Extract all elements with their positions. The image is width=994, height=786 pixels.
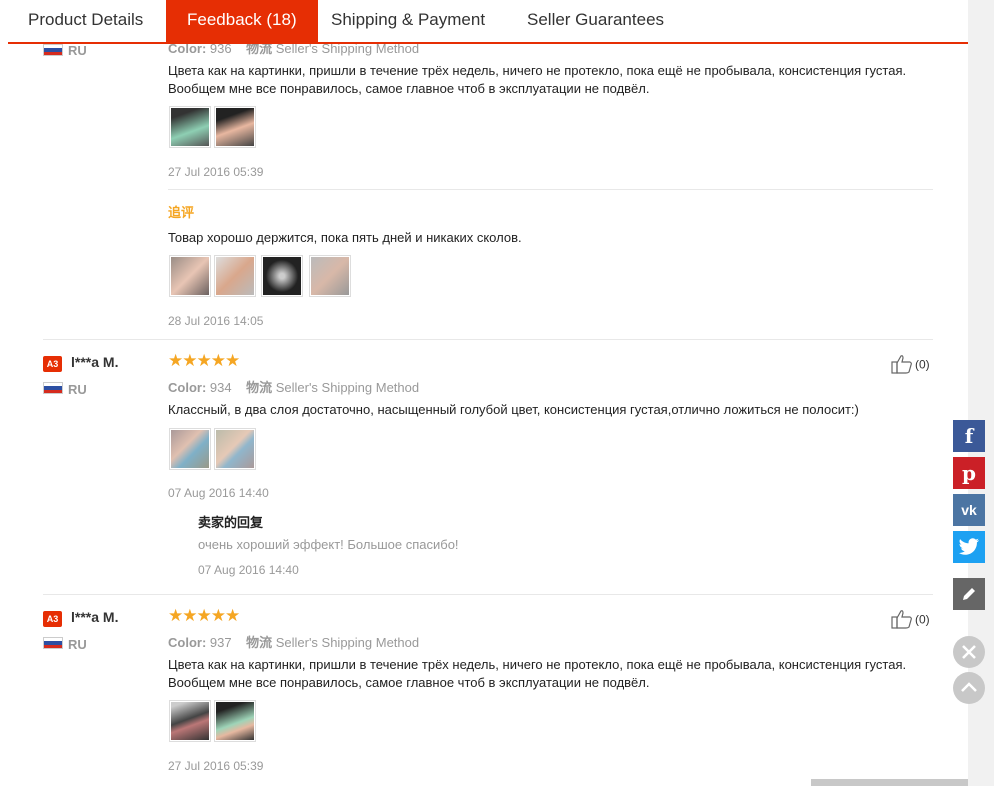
divider	[43, 594, 933, 595]
buyer-name: l***a M.	[71, 354, 119, 370]
vk-icon: vk	[961, 502, 977, 518]
edit-feedback-button[interactable]	[953, 578, 985, 610]
review-text: Классный, в два слоя достаточно, насыщен…	[168, 402, 859, 417]
logistics-label: 物流	[246, 635, 273, 650]
star-rating: ★★★★★	[168, 606, 240, 625]
vk-share-button[interactable]: vk	[953, 494, 985, 526]
helpful-button[interactable]: (0)	[891, 609, 930, 632]
color-value: 934	[209, 380, 232, 395]
seller-reply-text: очень хороший эффект! Большое спасибо!	[198, 537, 459, 552]
twitter-share-button[interactable]	[953, 531, 985, 563]
review-photo[interactable]	[214, 106, 256, 148]
tab-product-details[interactable]: Product Details	[8, 0, 163, 42]
helpful-count: (0)	[915, 612, 930, 627]
facebook-share-button[interactable]: f	[953, 420, 985, 452]
facebook-icon: f	[964, 424, 974, 448]
review-photo[interactable]	[214, 255, 256, 297]
close-icon	[953, 645, 985, 672]
star-rating: ★★★★★	[168, 351, 240, 370]
tab-feedback[interactable]: Feedback (18)	[166, 0, 318, 44]
review-text: Цвета как на картинки, пришли в течение …	[168, 657, 907, 690]
review-photo[interactable]	[169, 255, 211, 297]
russia-flag-icon	[43, 637, 63, 649]
review-text: Цвета как на картинки, пришли в течение …	[168, 63, 907, 96]
review-date: 27 Jul 2016 05:39	[168, 759, 264, 773]
close-panel-button[interactable]	[953, 636, 985, 668]
color-value: 937	[209, 635, 232, 650]
divider	[168, 189, 933, 190]
review-photo[interactable]	[309, 255, 351, 297]
additional-feedback-text: Товар хорошо держится, пока пять дней и …	[168, 230, 522, 245]
seller-reply-title: 卖家的回复	[198, 515, 264, 530]
review-photo[interactable]	[169, 106, 211, 148]
country-code: RU	[68, 637, 87, 652]
helpful-button[interactable]: (0)	[891, 354, 930, 377]
color-label: Color:	[168, 380, 207, 395]
logistics-value: Seller's Shipping Method	[275, 635, 420, 650]
edit-icon	[960, 586, 978, 608]
feedback-list: RU Color: 936 物流 Seller's Shipping Metho…	[0, 0, 968, 786]
thumbs-up-icon	[891, 609, 913, 632]
review-attributes: Color: 934 物流 Seller's Shipping Method	[168, 377, 419, 396]
tab-shipping-payment[interactable]: Shipping & Payment	[311, 0, 505, 42]
review-photo[interactable]	[169, 428, 211, 470]
color-label: Color:	[168, 635, 207, 650]
russia-flag-icon	[43, 44, 63, 56]
chevron-up-icon	[953, 682, 985, 708]
country-code: RU	[68, 382, 87, 397]
buyer-level-badge: A3	[43, 356, 62, 372]
additional-feedback-date: 28 Jul 2016 14:05	[168, 314, 264, 328]
buyer-level-badge: A3	[43, 611, 62, 627]
country-code: RU	[68, 43, 87, 58]
review-date: 27 Jul 2016 05:39	[168, 165, 264, 179]
twitter-icon	[958, 538, 980, 561]
divider	[43, 339, 933, 340]
logistics-label: 物流	[246, 380, 273, 395]
review-photo[interactable]	[261, 255, 303, 297]
back-to-top-button[interactable]	[953, 672, 985, 704]
horizontal-scrollbar-thumb[interactable]	[811, 779, 968, 786]
buyer-name: l***a M.	[71, 609, 119, 625]
pinterest-icon: p	[962, 461, 976, 485]
tab-seller-guarantees[interactable]: Seller Guarantees	[507, 0, 684, 42]
helpful-count: (0)	[915, 357, 930, 372]
review-photo[interactable]	[214, 700, 256, 742]
review-photo[interactable]	[169, 700, 211, 742]
pinterest-share-button[interactable]: p	[953, 457, 985, 489]
review-photo[interactable]	[214, 428, 256, 470]
review-attributes: Color: 937 物流 Seller's Shipping Method	[168, 632, 419, 651]
thumbs-up-icon	[891, 354, 913, 377]
russia-flag-icon	[43, 382, 63, 394]
review-date: 07 Aug 2016 14:40	[168, 486, 269, 500]
additional-feedback-label: 追评	[168, 205, 195, 220]
logistics-value: Seller's Shipping Method	[275, 380, 420, 395]
product-tabs: Product Details Feedback (18) Shipping &…	[8, 0, 968, 44]
seller-reply-date: 07 Aug 2016 14:40	[198, 563, 299, 577]
